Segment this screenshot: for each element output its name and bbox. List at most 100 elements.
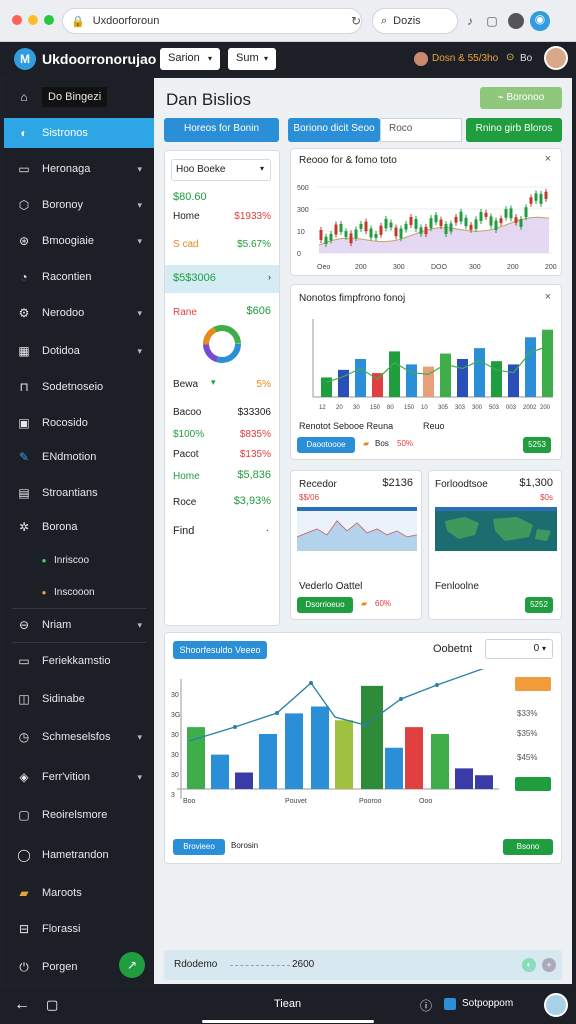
sidebar-item-list[interactable]: ▭ Heronaga ▾ xyxy=(4,154,154,184)
sidebar-item-bag[interactable]: ⊓ Sodetnoseio xyxy=(4,372,154,402)
browser-search[interactable]: ⌕ Dozis xyxy=(372,8,458,34)
big-chart-select[interactable]: 0 ▾ xyxy=(485,639,553,659)
panel-label: S cad xyxy=(173,239,199,250)
toolbar-input-value: Roco xyxy=(389,123,413,134)
candle xyxy=(434,215,438,223)
header-action-button[interactable]: ⌁ Boronoo xyxy=(480,87,562,109)
badge-icon[interactable]: ⊙ xyxy=(506,52,514,63)
x-tick-label: Pooroo xyxy=(359,798,382,805)
sidebar-item-label: Sistronos xyxy=(42,127,88,139)
sidebar-item-bell[interactable]: ◫ Sidinabe xyxy=(4,684,154,714)
select-two[interactable]: Sum ▾ xyxy=(228,48,276,70)
profile-avatar[interactable] xyxy=(508,13,524,29)
back-arrow-icon[interactable]: ← xyxy=(14,996,30,1014)
footer-strip: Rdodemo 2600 ◐ + xyxy=(164,950,562,980)
close-icon[interactable]: × xyxy=(545,153,551,165)
footer-strip-icon[interactable]: ◐ xyxy=(522,958,536,972)
bar-chart-button[interactable]: Daootoooe xyxy=(297,437,355,453)
sidebar-item-label: Florassi xyxy=(42,923,81,935)
chart-band xyxy=(297,507,417,511)
bar xyxy=(335,720,353,789)
tabs-icon[interactable]: ▢ xyxy=(484,13,500,29)
panel-label: $100% xyxy=(173,429,205,440)
more-icon[interactable]: · xyxy=(266,525,269,536)
bag-icon: ⊓ xyxy=(19,380,29,394)
bar xyxy=(474,348,485,397)
panel-highlight-row[interactable]: $5$3006 › xyxy=(165,265,279,293)
sidebar-item-square[interactable]: ▢ Reoirelsmore xyxy=(4,800,154,830)
sidebar-item-settings[interactable]: ⚙ Nerodoo ▾ xyxy=(4,298,154,328)
close-icon[interactable]: × xyxy=(545,291,551,303)
trend-point xyxy=(435,683,439,687)
bell-icon[interactable]: ♪ xyxy=(462,13,478,29)
sidebar-item-user[interactable]: ⊖ Nriam ▾ xyxy=(4,610,154,640)
sidebar-item-grid[interactable]: ▣ Rocosido xyxy=(4,408,154,438)
candle xyxy=(489,216,493,226)
stat-card-1-button[interactable]: Dsorrioeuo xyxy=(297,597,353,613)
sidebar-item-cube[interactable]: ⬡ Boronoy ▾ xyxy=(4,190,154,220)
panel-select-value: Hoo Boeke xyxy=(176,164,226,175)
sidebar-item-home[interactable]: ⌂ Do Bingezi xyxy=(4,82,154,112)
bar xyxy=(259,734,277,789)
toolbar-input[interactable]: Roco xyxy=(380,118,462,142)
y-tick-label: 3 xyxy=(171,792,175,799)
chevron-down-icon: ▾ xyxy=(137,307,142,318)
big-chart-button[interactable]: Brovieeo xyxy=(173,839,225,855)
big-chart-tab[interactable]: Shoorfesuldo Veeeo xyxy=(173,641,267,659)
big-chart-badge[interactable]: Bsono xyxy=(503,839,553,855)
sidebar-item-globe[interactable]: ◯ Hametrandon xyxy=(4,840,154,870)
bottom-right-label: Sotpoppom xyxy=(462,998,514,1009)
panel-select[interactable]: Hoo Boeke ▾ xyxy=(171,159,271,181)
reload-icon[interactable]: ↻ xyxy=(348,13,364,29)
address-text: Uxdoorforoun xyxy=(92,15,160,27)
gear-icon: ✲ xyxy=(18,520,30,534)
sidebar-item-gear[interactable]: ✲ Borona xyxy=(4,512,154,542)
sidebar-item-chart[interactable]: ▤ Stroantians xyxy=(4,478,154,508)
sidebar-item-doc[interactable]: ▭ Feriekkamstio xyxy=(4,646,154,676)
sidebar-item-label: ENdmotion xyxy=(42,451,97,463)
bar xyxy=(423,366,434,397)
sidebar-item-cart[interactable]: ⊟ Florassi xyxy=(4,914,154,944)
maximize-window-button[interactable] xyxy=(44,15,54,25)
candle xyxy=(544,191,548,199)
app-title: Ukdoorronorujao xyxy=(42,51,157,67)
toolbar-button-3[interactable]: Rnino girb Bloros xyxy=(466,118,562,142)
bar xyxy=(389,351,400,397)
address-bar[interactable]: 🔒 Uxdoorforoun xyxy=(62,8,362,34)
toolbar-button-2[interactable]: Boriono dicit Seoo xyxy=(288,118,380,142)
fab-button[interactable]: ↗ xyxy=(119,952,145,978)
big-chart-tab-label: Shoorfesuldo Veeeo xyxy=(179,645,261,655)
minimize-window-button[interactable] xyxy=(28,15,38,25)
sidebar-subitem-1[interactable]: ● Inriscoo xyxy=(4,548,154,572)
sidebar-item-dashboard[interactable]: ◐ Sistronos xyxy=(4,118,154,148)
bottom-avatar[interactable] xyxy=(544,993,568,1017)
sidebar-item-layers[interactable]: ◈ Ferr'vition ▾ xyxy=(4,762,154,792)
user-avatar-small[interactable] xyxy=(414,52,428,66)
bar-chart-badge[interactable]: 5253 xyxy=(523,437,551,453)
candle xyxy=(369,228,373,238)
tab-icon[interactable]: ▢ xyxy=(46,997,58,1013)
price-chart-title: Reooo for & fomo toto xyxy=(299,155,397,166)
account-label[interactable]: Dosn & 55/3ho xyxy=(432,53,498,64)
sidebar-item-edit[interactable]: ✎ ENdmotion xyxy=(4,442,154,472)
sidebar-item-clock[interactable]: ◷ Schmeselsfos ▾ xyxy=(4,722,154,752)
bottom-app-icon[interactable] xyxy=(444,998,456,1010)
sidebar-subitem-2[interactable]: ● Inscooon xyxy=(4,580,154,604)
chevron-down-icon: ▾ xyxy=(137,199,142,210)
select-one[interactable]: Sarion ▾ xyxy=(160,48,220,70)
stat-card-badge[interactable]: 5252 xyxy=(525,597,553,613)
chevron-down-icon: ▾ xyxy=(137,345,142,356)
candle xyxy=(474,219,478,229)
sidebar-item-compass[interactable]: ⊛ Bmoogiaie ▾ xyxy=(4,226,154,256)
info-icon[interactable]: ⓘ xyxy=(420,997,432,1014)
sidebar-item-calendar[interactable]: ▦ Dotidoa ▾ xyxy=(4,336,154,366)
sidebar-item-label: Rocosido xyxy=(42,417,88,429)
add-icon[interactable]: + xyxy=(542,958,556,972)
bar xyxy=(542,329,553,397)
account-icon[interactable]: ◉ xyxy=(530,11,550,31)
sidebar-item-chat[interactable]: ◔ Racontien xyxy=(4,262,154,292)
toolbar-button-1[interactable]: Horeos for Bonin xyxy=(164,118,279,142)
close-window-button[interactable] xyxy=(12,15,22,25)
sidebar-item-folder[interactable]: ▰ Maroots xyxy=(4,878,154,908)
user-avatar[interactable] xyxy=(544,46,568,70)
